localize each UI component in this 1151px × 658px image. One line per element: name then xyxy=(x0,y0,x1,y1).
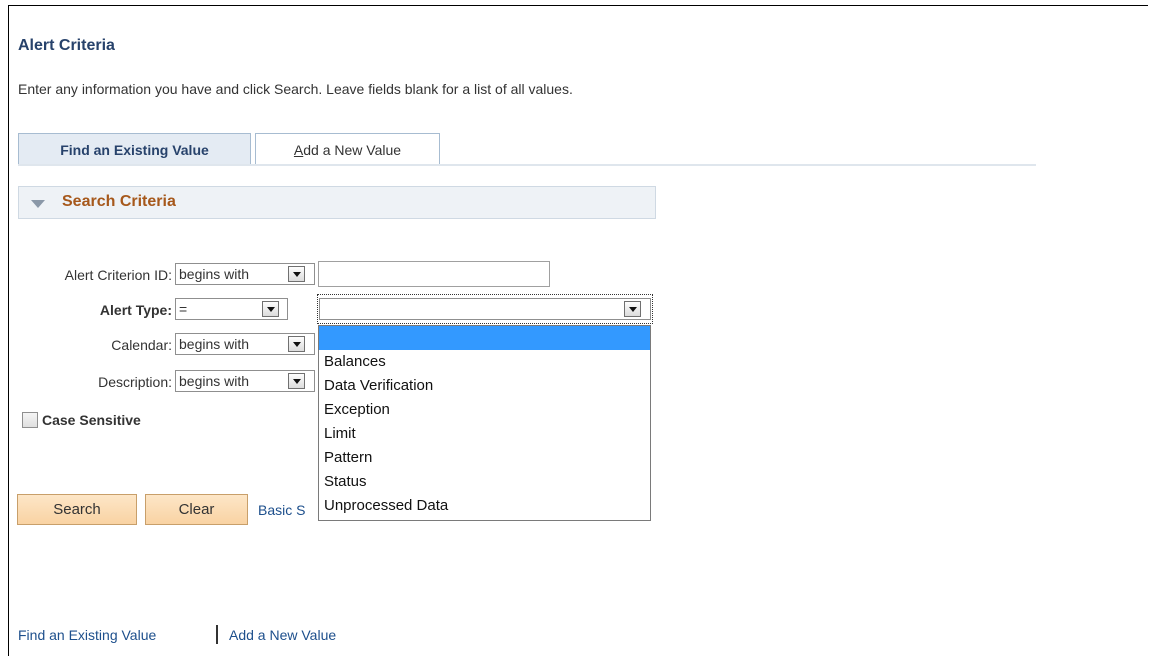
alert-criterion-id-input[interactable] xyxy=(318,261,550,287)
alert-criterion-id-label: Alert Criterion ID: xyxy=(64,267,172,283)
dropdown-option[interactable]: Exception xyxy=(319,398,650,422)
basic-search-link[interactable]: Basic S xyxy=(258,502,305,518)
calendar-label: Calendar: xyxy=(111,337,172,353)
tab-add-label-rest: dd a New Value xyxy=(303,142,402,158)
tab-divider xyxy=(18,164,1036,166)
tab-add-new-value[interactable]: Add a New Value xyxy=(255,133,440,165)
footer-add-new-value-link[interactable]: Add a New Value xyxy=(229,627,336,643)
search-button[interactable]: Search xyxy=(17,494,137,525)
collapse-triangle-icon xyxy=(31,200,45,208)
alert-type-operator-value: = xyxy=(179,301,188,317)
chevron-down-icon[interactable] xyxy=(288,373,305,389)
case-sensitive-checkbox[interactable] xyxy=(22,412,38,428)
dropdown-option[interactable]: Data Verification xyxy=(319,374,650,398)
chevron-down-icon[interactable] xyxy=(288,266,305,282)
description-operator-select[interactable]: begins with xyxy=(175,370,315,392)
alert-type-label: Alert Type: xyxy=(99,302,172,318)
chevron-down-icon[interactable] xyxy=(262,301,279,317)
footer-find-existing-value-link[interactable]: Find an Existing Value xyxy=(18,627,156,643)
calendar-operator-select[interactable]: begins with xyxy=(175,333,315,355)
chevron-down-icon[interactable] xyxy=(288,336,305,352)
alert-criterion-id-operator-select[interactable]: begins with xyxy=(175,263,315,285)
footer-separator xyxy=(216,625,218,644)
alert-type-operator-select[interactable]: = xyxy=(175,298,288,320)
tab-find-existing-value[interactable]: Find an Existing Value xyxy=(18,133,251,165)
dropdown-option[interactable]: Unprocessed Data xyxy=(319,494,650,518)
search-criteria-header[interactable]: Search Criteria xyxy=(18,186,656,219)
search-criteria-title: Search Criteria xyxy=(62,193,176,210)
alert-type-focus-ring xyxy=(317,294,653,324)
dropdown-option[interactable]: Balances xyxy=(319,350,650,374)
dropdown-option[interactable]: Pattern xyxy=(319,446,650,470)
alert-criterion-id-operator-value: begins with xyxy=(179,266,250,282)
page-title: Alert Criteria xyxy=(18,37,115,54)
calendar-operator-value: begins with xyxy=(179,336,250,352)
dropdown-option[interactable]: Status xyxy=(319,470,650,494)
description-operator-value: begins with xyxy=(179,373,250,389)
alert-type-dropdown-list: Balances Data Verification Exception Lim… xyxy=(318,325,651,521)
case-sensitive-label[interactable]: Case Sensitive xyxy=(42,412,141,428)
tab-add-accesskey: A xyxy=(293,142,304,158)
instructions-text: Enter any information you have and click… xyxy=(18,81,573,97)
description-label: Description: xyxy=(98,374,172,390)
dropdown-option[interactable]: Limit xyxy=(319,422,650,446)
clear-button[interactable]: Clear xyxy=(145,494,248,525)
dropdown-option-blank[interactable] xyxy=(319,326,650,350)
